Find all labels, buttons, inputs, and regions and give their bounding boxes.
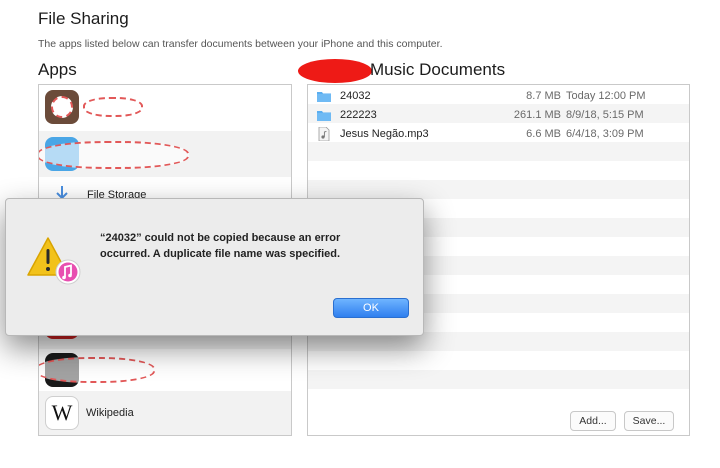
document-date: 8/9/18, 5:15 PM bbox=[566, 109, 644, 121]
error-alert-dialog: “24032” could not be copied because an e… bbox=[5, 198, 424, 336]
alert-message-line: occurred. A duplicate file name was spec… bbox=[100, 248, 341, 260]
audio-file-icon bbox=[318, 127, 330, 141]
redaction-mark bbox=[83, 97, 143, 117]
app-row[interactable] bbox=[39, 131, 291, 177]
document-size: 6.6 MB bbox=[526, 128, 561, 140]
document-name: 222223 bbox=[340, 109, 377, 121]
warning-icon bbox=[27, 237, 81, 285]
document-row[interactable]: 222223 261.1 MB 8/9/18, 5:15 PM bbox=[308, 106, 689, 125]
folder-icon bbox=[317, 92, 331, 102]
redaction-mark bbox=[298, 59, 372, 83]
document-name: 24032 bbox=[340, 90, 371, 102]
folder-icon bbox=[317, 111, 331, 121]
redaction-mark bbox=[39, 357, 155, 383]
document-row[interactable]: Jesus Negão.mp3 6.6 MB 6/4/18, 3:09 PM bbox=[308, 125, 689, 144]
document-name: Jesus Negão.mp3 bbox=[340, 128, 429, 140]
app-row[interactable]: W Wikipedia bbox=[39, 391, 291, 435]
document-size: 261.1 MB bbox=[513, 109, 561, 121]
alert-message: “24032” could not be copied because an e… bbox=[100, 230, 396, 262]
document-date: Today 12:00 PM bbox=[566, 90, 646, 102]
apps-heading: Apps bbox=[38, 60, 77, 79]
redaction-mark bbox=[39, 141, 189, 169]
documents-heading: Music Documents bbox=[370, 60, 506, 79]
page-title: File Sharing bbox=[38, 9, 129, 28]
page-subtitle: The apps listed below can transfer docum… bbox=[38, 38, 443, 50]
app-row[interactable] bbox=[39, 349, 291, 391]
document-size: 8.7 MB bbox=[526, 90, 561, 102]
app-label: Wikipedia bbox=[86, 407, 134, 419]
ok-button[interactable]: OK bbox=[333, 298, 409, 318]
add-button[interactable]: Add... bbox=[570, 411, 616, 431]
document-date: 6/4/18, 3:09 PM bbox=[566, 128, 644, 140]
document-row[interactable]: 24032 8.7 MB Today 12:00 PM bbox=[308, 87, 689, 106]
alert-message-line: “24032” could not be copied because an e… bbox=[100, 232, 341, 244]
app-row[interactable] bbox=[39, 85, 291, 131]
app-icon bbox=[45, 90, 79, 124]
save-button[interactable]: Save... bbox=[624, 411, 674, 431]
wikipedia-icon: W bbox=[45, 396, 79, 430]
